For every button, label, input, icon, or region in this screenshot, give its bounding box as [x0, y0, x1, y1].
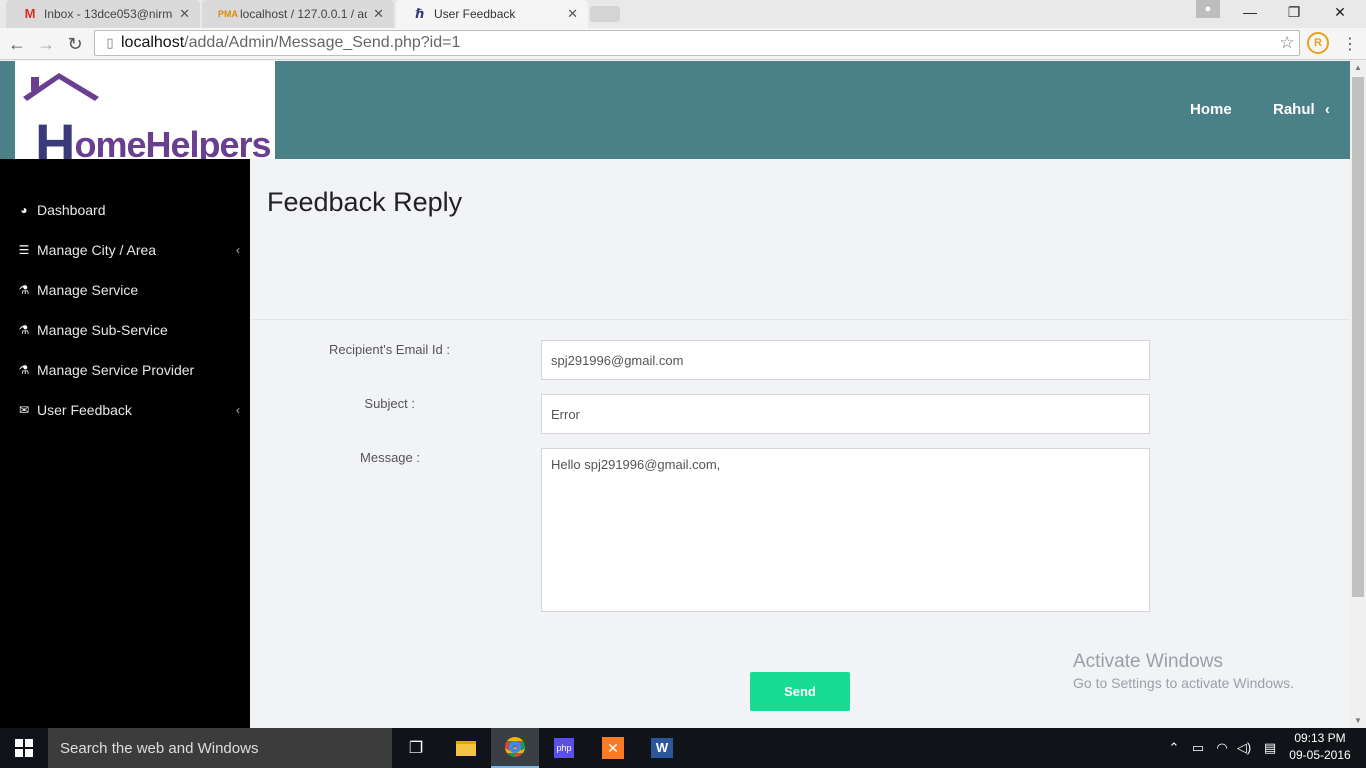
tab-title: User Feedback	[434, 7, 516, 21]
tab-title: localhost / 127.0.0.1 / add	[240, 7, 368, 21]
windows-taskbar: Search the web and Windows ❐ php ✕ W ⌃ ▭…	[0, 728, 1366, 768]
page-icon: ▯	[106, 35, 114, 50]
phpmyadmin-icon: PMA	[218, 9, 238, 19]
email-field[interactable]: spj291996@gmail.com	[541, 340, 1150, 380]
scroll-up-arrow-icon[interactable]: ▲	[1350, 61, 1366, 75]
volume-icon[interactable]: ◁)	[1234, 728, 1254, 768]
dashboard-icon: ◕	[20, 203, 28, 217]
flask-icon: ⚗	[18, 363, 30, 377]
close-window-button[interactable]: ✕	[1318, 0, 1362, 24]
vertical-scrollbar[interactable]: ▲ ▼	[1350, 61, 1366, 728]
clock-time: 09:13 PM	[1294, 731, 1346, 745]
file-explorer-icon[interactable]	[442, 728, 490, 768]
sidebar-item-manage-service[interactable]: ⚗ Manage Service	[0, 270, 250, 310]
scrollbar-thumb[interactable]	[1352, 77, 1364, 597]
windows-logo-icon	[15, 739, 33, 757]
close-icon[interactable]: ✕	[179, 6, 190, 22]
browser-toolbar: ← → ↻ ▯ localhost/adda/Admin/Message_Sen…	[0, 28, 1366, 60]
gmail-icon: M	[24, 6, 36, 21]
logo[interactable]: HomeHelpers	[15, 61, 275, 175]
forward-button[interactable]: →	[34, 32, 58, 56]
browser-tab-bar: M Inbox - 13dce053@nirma… ✕ PMA localhos…	[0, 0, 1366, 28]
sidebar-item-manage-city-area[interactable]: ☰ Manage City / Area ‹	[0, 230, 250, 270]
tab-user-feedback[interactable]: ℏ User Feedback ✕	[396, 0, 588, 28]
sidebar-item-label: Manage Service	[37, 282, 139, 298]
reload-button[interactable]: ↻	[63, 32, 87, 56]
email-label: Recipient's Email Id :	[329, 342, 450, 357]
scroll-down-arrow-icon[interactable]: ▼	[1350, 714, 1366, 728]
url-text: localhost/adda/Admin/Message_Send.php?id…	[121, 34, 461, 51]
tab-gmail[interactable]: M Inbox - 13dce053@nirma… ✕	[6, 0, 200, 28]
app-header: HomeHelpers Home Rahul ‹	[0, 61, 1350, 175]
watermark-line2: Go to Settings to activate Windows.	[1073, 675, 1294, 691]
user-name: Rahul	[1273, 101, 1315, 118]
chrome-icon[interactable]	[491, 728, 539, 768]
address-bar[interactable]: ▯ localhost/adda/Admin/Message_Send.php?…	[94, 30, 1300, 56]
chevron-left-icon: ‹	[236, 243, 240, 257]
bookmark-star-icon[interactable]: ☆	[1275, 33, 1299, 53]
subject-field[interactable]: Error	[541, 394, 1150, 434]
flask-icon: ⚗	[18, 283, 30, 297]
chevron-left-icon: ‹	[236, 403, 240, 417]
send-button[interactable]: Send	[750, 672, 850, 711]
sidebar: ◕ Dashboard ☰ Manage City / Area ‹ ⚗ Man…	[0, 159, 250, 728]
phpstorm-icon[interactable]: php	[540, 728, 588, 768]
envelope-icon: ✉	[18, 403, 30, 417]
tab-title: Inbox - 13dce053@nirma…	[44, 7, 173, 21]
restore-button[interactable]: ❐	[1272, 0, 1316, 24]
message-label: Message :	[360, 450, 420, 465]
sidebar-item-user-feedback[interactable]: ✉ User Feedback ‹	[0, 390, 250, 430]
homehelpers-icon: ℏ	[415, 6, 425, 21]
sidebar-item-manage-sub-service[interactable]: ⚗ Manage Sub-Service	[0, 310, 250, 350]
sidebar-item-label: Manage Service Provider	[37, 362, 195, 378]
sidebar-item-label: Manage City / Area	[37, 242, 157, 258]
tray-overflow-chevron-icon[interactable]: ⌃	[1164, 728, 1184, 768]
clock-date: 09-05-2016	[1289, 748, 1351, 762]
main-content: Feedback Reply Recipient's Email Id : sp…	[250, 159, 1350, 728]
taskbar-search-input[interactable]: Search the web and Windows	[48, 728, 392, 768]
xampp-icon[interactable]: ✕	[589, 728, 637, 768]
sidebar-item-label: User Feedback	[37, 402, 132, 418]
chevron-left-icon: ‹	[1324, 101, 1330, 118]
activate-windows-watermark: Activate Windows Go to Settings to activ…	[1073, 651, 1294, 691]
taskbar-clock[interactable]: 09:13 PM 09-05-2016	[1284, 730, 1356, 764]
extension-icon[interactable]: R	[1307, 32, 1329, 54]
sidebar-item-dashboard[interactable]: ◕ Dashboard	[0, 190, 250, 230]
subject-label: Subject :	[364, 396, 415, 411]
message-textarea[interactable]: Hello spj291996@gmail.com,	[541, 448, 1150, 612]
close-icon[interactable]: ✕	[373, 6, 384, 22]
new-tab-button[interactable]	[590, 6, 620, 22]
sidebar-item-label: Dashboard	[37, 202, 106, 218]
sidebar-item-manage-service-provider[interactable]: ⚗ Manage Service Provider	[0, 350, 250, 390]
start-button[interactable]	[0, 728, 48, 768]
word-icon[interactable]: W	[638, 728, 686, 768]
battery-icon[interactable]: ▭	[1188, 728, 1208, 768]
nav-home-link[interactable]: Home	[1190, 101, 1232, 118]
list-icon: ☰	[18, 243, 30, 257]
tab-phpmyadmin[interactable]: PMA localhost / 127.0.0.1 / add ✕	[202, 0, 394, 28]
notifications-icon[interactable]: ▤	[1258, 728, 1282, 768]
minimize-button[interactable]: —	[1228, 0, 1272, 24]
back-button[interactable]: ←	[5, 32, 29, 56]
divider	[250, 319, 1350, 320]
sidebar-item-label: Manage Sub-Service	[37, 322, 168, 338]
profile-icon[interactable]: ●	[1196, 0, 1220, 18]
browser-menu-icon[interactable]: ⋮	[1340, 32, 1360, 56]
page-title: Feedback Reply	[267, 187, 463, 217]
flask-icon: ⚗	[18, 323, 30, 337]
user-menu[interactable]: Rahul ‹	[1273, 101, 1330, 118]
wifi-icon[interactable]: ◠	[1212, 728, 1232, 768]
watermark-line1: Activate Windows	[1073, 651, 1223, 672]
close-icon[interactable]: ✕	[567, 6, 578, 22]
task-view-icon[interactable]: ❐	[392, 728, 440, 768]
